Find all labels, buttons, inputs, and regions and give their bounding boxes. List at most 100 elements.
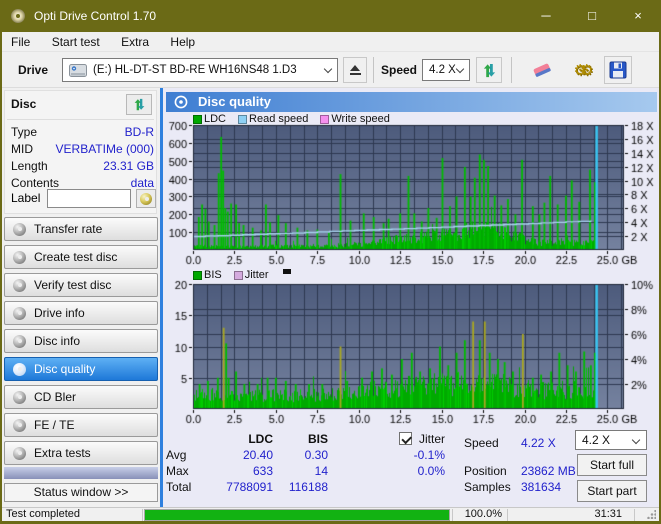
avg-ldc-value: 20.40 xyxy=(223,448,273,462)
maximize-button[interactable]: □ xyxy=(569,0,615,32)
sidebar-item-label: Verify test disc xyxy=(34,278,111,292)
toolbar: Drive (E:) HL-DT-ST BD-RE WH16NS48 1.D3 … xyxy=(2,52,659,88)
sidebar-item-label: Transfer rate xyxy=(34,222,102,236)
minimize-button[interactable]: ─ xyxy=(523,0,569,32)
disc-label-input[interactable] xyxy=(47,189,131,208)
avg-bis-value: 0.30 xyxy=(278,448,328,462)
menu-bar: File Start test Extra Help xyxy=(2,32,659,52)
sidebar-item-label: Extra tests xyxy=(34,446,91,460)
test-speed-select[interactable]: 4.2 X xyxy=(575,430,647,450)
cd-icon xyxy=(13,335,26,348)
total-bis-value: 116188 xyxy=(278,480,328,494)
close-button[interactable]: × xyxy=(615,0,661,32)
sidebar-item-cd-bler[interactable]: CD Bler xyxy=(4,385,158,409)
refresh-icon xyxy=(133,98,146,111)
panel-header: Disc quality xyxy=(166,92,657,112)
cd-icon xyxy=(13,307,26,320)
max-ldc-value: 633 xyxy=(223,464,273,478)
sidebar-splitter[interactable] xyxy=(4,467,158,479)
sidebar-item-disc-quality[interactable]: Disc quality xyxy=(4,357,158,381)
avg-jitter-value: -0.1% xyxy=(395,448,445,462)
title-bar: Opti Drive Control 1.70 ─ □ × xyxy=(0,0,661,32)
drive-select[interactable]: (E:) HL-DT-ST BD-RE WH16NS48 1.D3 xyxy=(62,58,338,82)
statusbar-separator xyxy=(142,509,143,521)
cd-icon xyxy=(13,223,26,236)
disc-panel-title: Disc xyxy=(11,97,36,111)
sidebar-item-create-test-disc[interactable]: Create test disc xyxy=(4,245,158,269)
chevron-down-icon xyxy=(324,64,332,72)
toolbar-separator xyxy=(373,57,374,83)
disc-length-label: Length xyxy=(11,159,48,173)
progress-bar xyxy=(144,509,450,521)
eject-button[interactable] xyxy=(343,57,367,83)
main-panel: Disc quality LDC Read speed Write speed … xyxy=(160,88,659,507)
disc-length-value: 23.31 GB xyxy=(103,159,154,173)
sidebar: Disc Type BD-R MID VERBATIMe (000) Lengt… xyxy=(2,88,160,507)
total-row-label: Total xyxy=(166,480,191,494)
disc-refresh-button[interactable] xyxy=(126,94,152,115)
cd-icon xyxy=(13,251,26,264)
sidebar-item-verify-test-disc[interactable]: Verify test disc xyxy=(4,273,158,297)
speed-select[interactable]: 4.2 X xyxy=(422,59,470,81)
statusbar-separator xyxy=(507,509,508,521)
chevron-down-icon xyxy=(632,436,640,444)
menu-start-test[interactable]: Start test xyxy=(43,32,109,52)
refresh-button[interactable] xyxy=(476,57,502,83)
samples-stat-label: Samples xyxy=(464,480,511,494)
window-title: Opti Drive Control 1.70 xyxy=(34,0,156,32)
app-window: Opti Drive Control 1.70 ─ □ × File Start… xyxy=(0,0,661,524)
disc-contents-row: Contents data xyxy=(11,176,154,190)
cd-icon xyxy=(13,447,26,460)
window-frame: File Start test Extra Help Drive (E:) HL… xyxy=(2,32,659,521)
sidebar-item-extra-tests[interactable]: Extra tests xyxy=(4,441,158,465)
menu-extra[interactable]: Extra xyxy=(112,32,158,52)
write-label-button[interactable] xyxy=(136,189,156,208)
sidebar-item-fe-te[interactable]: FE / TE xyxy=(4,413,158,437)
start-full-button[interactable]: Start full xyxy=(577,454,647,476)
floppy-disk-icon xyxy=(609,61,627,79)
erase-disc-button[interactable] xyxy=(529,57,555,83)
status-window-button[interactable]: Status window >> xyxy=(4,483,158,502)
position-stat-value: 23862 MB xyxy=(521,464,581,478)
sidebar-item-label: Create test disc xyxy=(34,250,117,264)
sidebar-item-disc-info[interactable]: Disc info xyxy=(4,329,158,353)
cd-icon xyxy=(13,363,26,376)
speed-label: Speed xyxy=(381,52,417,88)
disc-label-label: Label xyxy=(11,191,40,205)
speed-select-value: 4.2 X xyxy=(429,64,456,76)
drive-select-value: (E:) HL-DT-ST BD-RE WH16NS48 1.D3 xyxy=(93,64,297,76)
eject-icon xyxy=(350,65,361,75)
resize-grip[interactable] xyxy=(647,510,656,519)
disc-length-row: Length 23.31 GB xyxy=(11,159,154,173)
total-ldc-value: 7788091 xyxy=(223,480,273,494)
disc-type-label: Type xyxy=(11,125,37,139)
disc-mid-row: MID VERBATIMe (000) xyxy=(11,142,154,156)
disc-contents-label: Contents xyxy=(11,176,59,190)
progress-fill xyxy=(145,510,449,520)
tools-button[interactable]: ⚙⚙ xyxy=(567,57,593,83)
jitter-checkbox[interactable] xyxy=(399,432,412,445)
statusbar-separator xyxy=(452,509,453,521)
app-icon xyxy=(10,8,26,29)
jitter-checkbox-label: Jitter xyxy=(419,432,445,446)
drive-icon xyxy=(69,64,87,77)
cd-icon xyxy=(13,419,26,432)
test-speed-select-value: 4.2 X xyxy=(582,433,610,447)
ldc-column-header: LDC xyxy=(223,432,273,446)
status-text: Test completed xyxy=(6,508,80,521)
start-part-button[interactable]: Start part xyxy=(577,480,647,502)
sidebar-item-drive-info[interactable]: Drive info xyxy=(4,301,158,325)
cd-icon xyxy=(13,391,26,404)
disc-contents-value[interactable]: data xyxy=(131,176,154,190)
menu-file[interactable]: File xyxy=(2,32,39,52)
progress-percent: 100.0% xyxy=(454,508,502,521)
menu-help[interactable]: Help xyxy=(161,32,204,52)
sidebar-item-label: CD Bler xyxy=(34,390,76,404)
disc-mid-label: MID xyxy=(11,142,33,156)
sidebar-item-transfer-rate[interactable]: Transfer rate xyxy=(4,217,158,241)
disc-info-panel: Disc Type BD-R MID VERBATIMe (000) Lengt… xyxy=(4,90,157,214)
max-bis-value: 14 xyxy=(278,464,328,478)
chevron-down-icon xyxy=(456,64,464,72)
save-button[interactable] xyxy=(604,56,632,84)
disc-icon xyxy=(174,95,188,109)
